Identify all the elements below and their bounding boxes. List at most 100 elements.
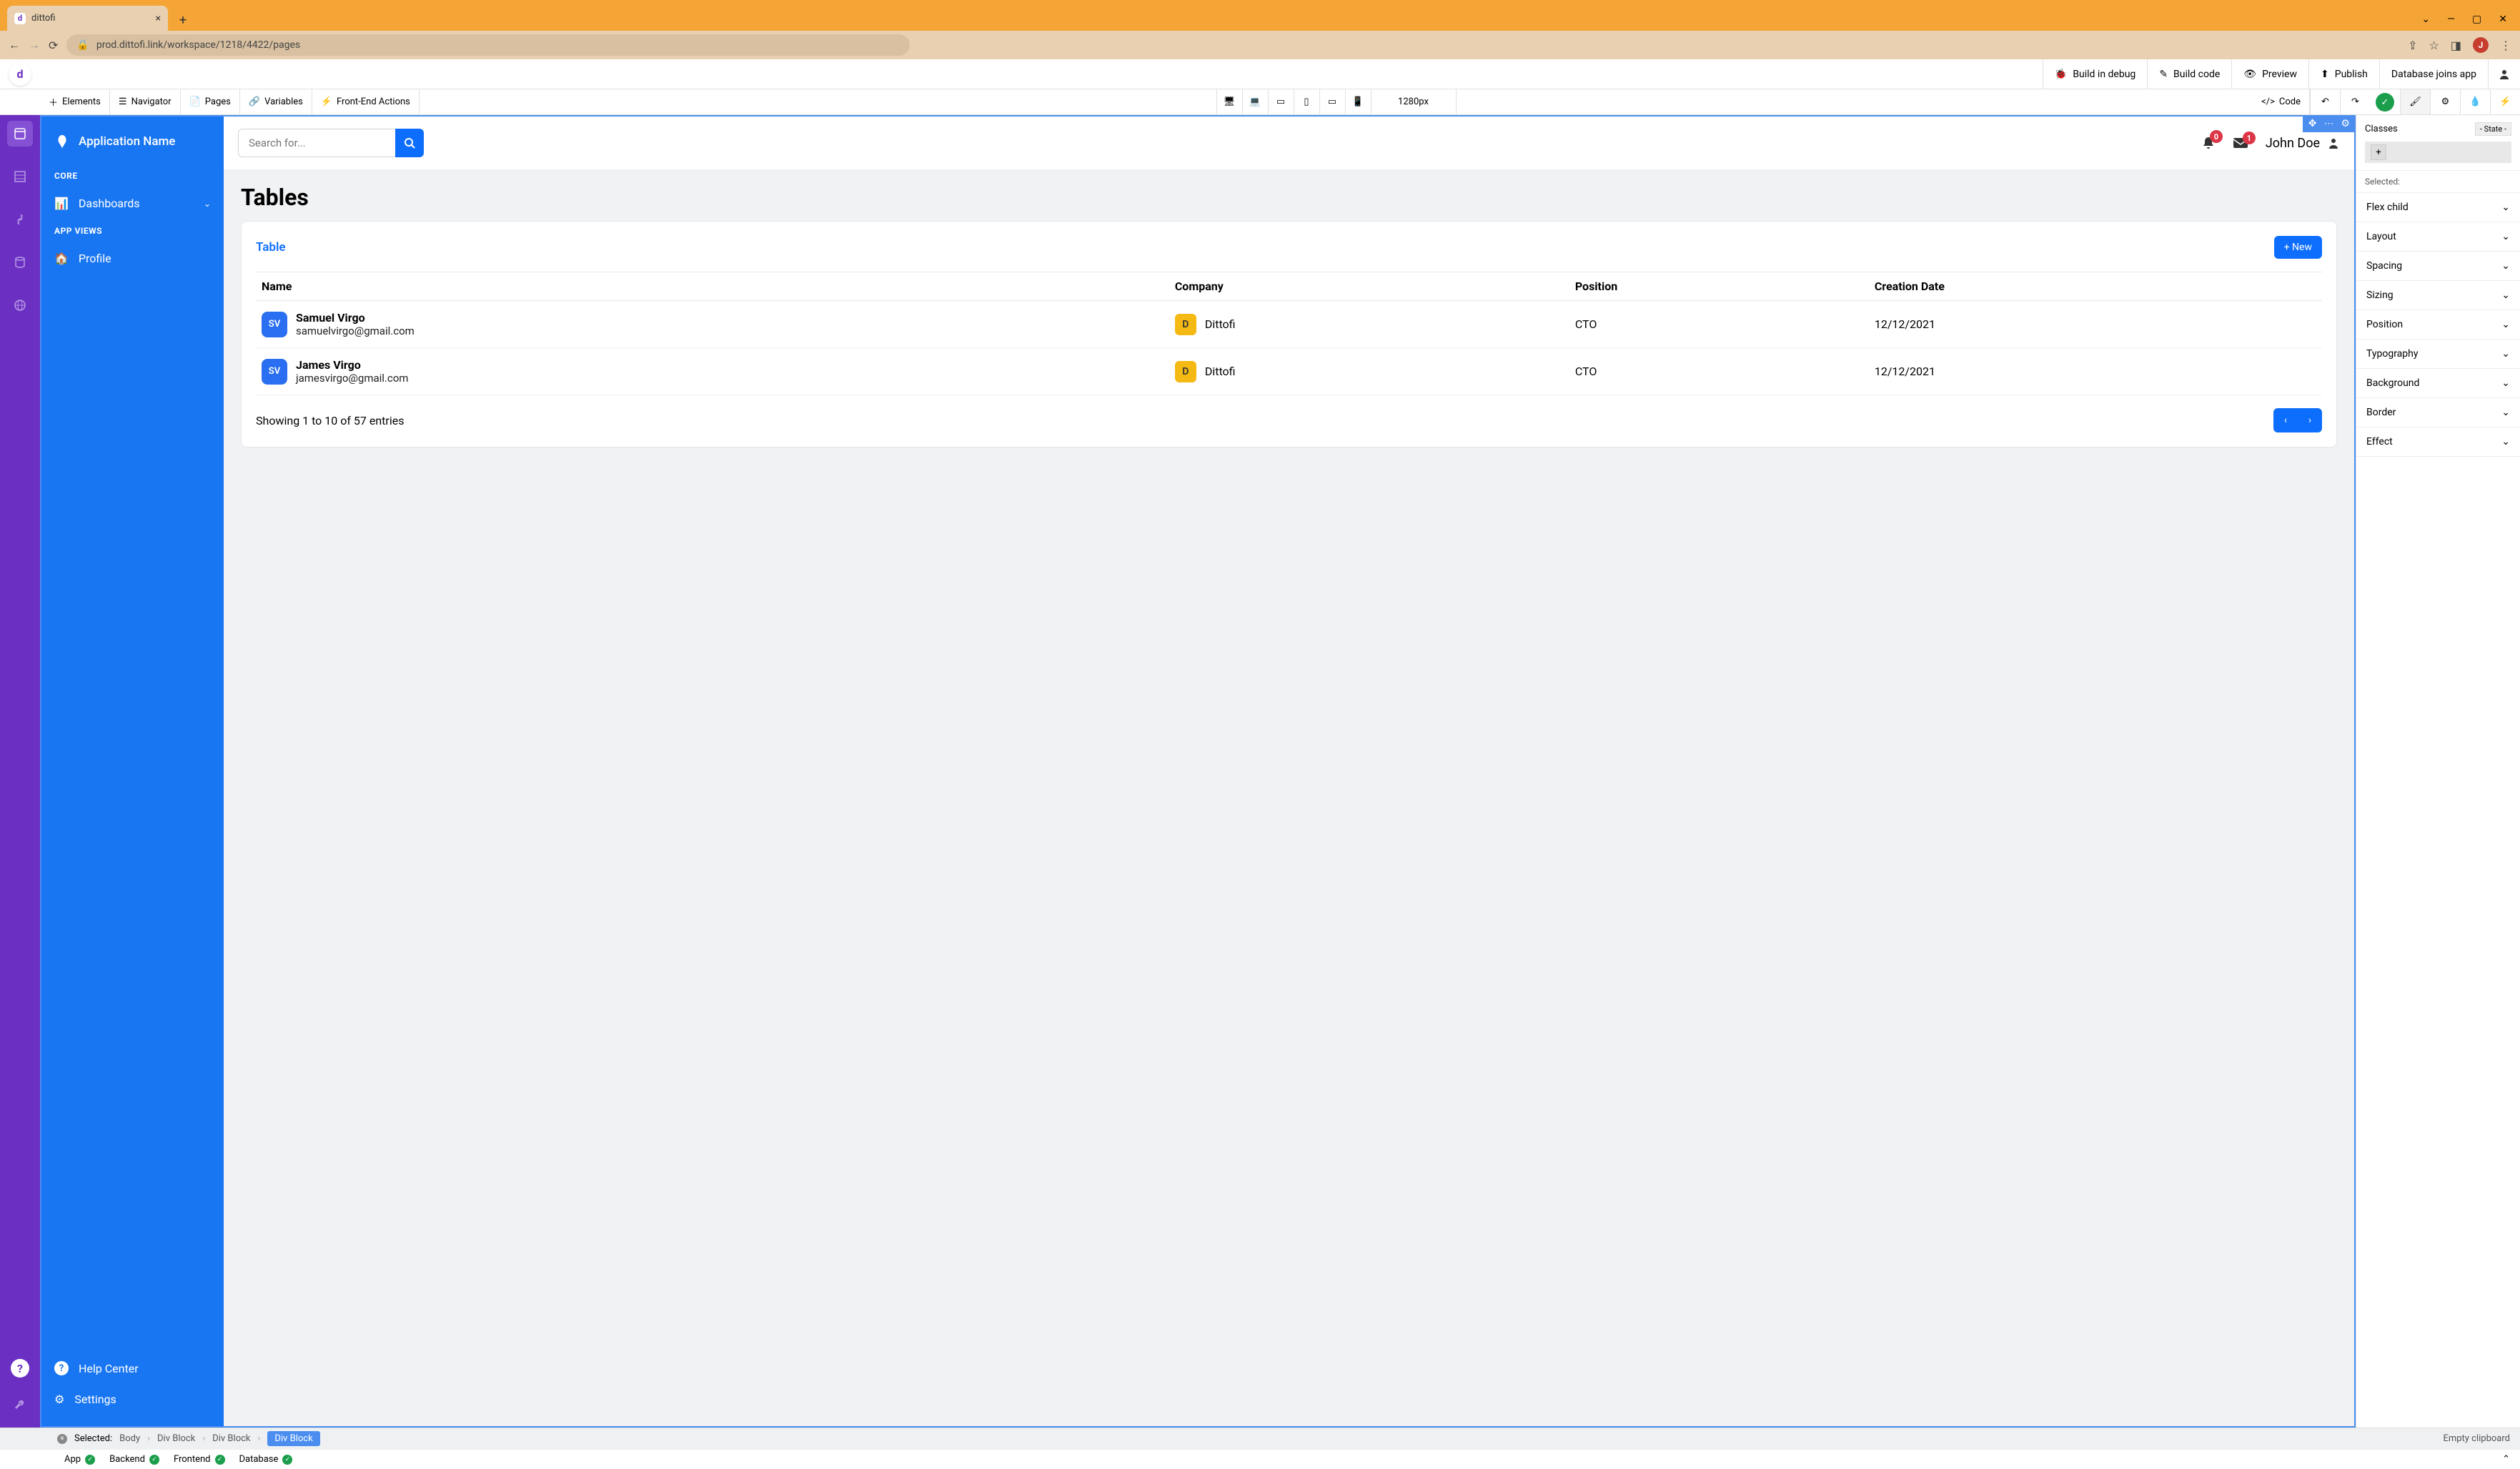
device-laptop-icon[interactable]: 💻 [1242, 89, 1268, 114]
publish-button[interactable]: ⬆ Publish [2308, 59, 2379, 89]
preview-button[interactable]: 👁 Preview [2231, 59, 2308, 89]
star-icon[interactable]: ☆ [2429, 39, 2439, 52]
close-icon[interactable]: × [57, 1434, 67, 1444]
chevron-down-icon: ⌄ [2501, 436, 2510, 447]
tab-title: dittofi [31, 13, 56, 24]
rail-globe-icon[interactable] [7, 292, 33, 318]
device-mobile-icon[interactable]: 📱 [1345, 89, 1371, 114]
menu-icon[interactable]: ⋮ [2500, 39, 2511, 52]
inspector-section[interactable]: Spacing⌄ [2356, 252, 2520, 281]
close-window-icon[interactable]: ✕ [2499, 14, 2507, 25]
style-tab[interactable]: 🖌 [2400, 89, 2430, 114]
variables-button[interactable]: 🔗Variables [240, 89, 312, 114]
minimize-icon[interactable]: — [2447, 14, 2455, 25]
chevron-down-icon: ⌄ [204, 199, 211, 209]
user-menu-button[interactable] [2488, 59, 2520, 89]
save-check-icon[interactable]: ✓ [2376, 93, 2394, 112]
browser-tab[interactable]: d dittofi × [7, 6, 168, 31]
build-code-button[interactable]: ✎ Build code [2147, 59, 2231, 89]
elements-button[interactable]: ＋Elements [40, 89, 110, 114]
breadcrumb-item[interactable]: Body [119, 1433, 140, 1444]
canvas-width[interactable]: 1280px [1371, 89, 1457, 114]
new-button[interactable]: + New [2274, 236, 2322, 259]
more-icon[interactable]: ⋯ [2323, 118, 2333, 129]
redo-button[interactable]: ↷ [2340, 89, 2370, 114]
user-menu[interactable]: John Doe [2266, 136, 2340, 151]
next-page-button[interactable]: › [2298, 408, 2322, 432]
state-dropdown[interactable]: - State - [2475, 122, 2511, 136]
search-input[interactable] [238, 129, 395, 157]
back-button[interactable]: ← [9, 38, 20, 52]
close-tab-icon[interactable]: × [156, 13, 161, 24]
chevron-down-icon: ⌄ [2501, 319, 2510, 330]
search-button[interactable] [395, 129, 424, 157]
table-row[interactable]: SVSamuel Virgosamuelvirgo@gmail.com DDit… [256, 301, 2322, 348]
new-tab-button[interactable]: + [172, 9, 194, 31]
chevron-down-icon[interactable]: ⌄ [2421, 14, 2430, 25]
gear-icon[interactable]: ⚙ [2341, 118, 2350, 129]
rail-tools-icon[interactable] [7, 1392, 33, 1418]
theme-tab[interactable]: 💧 [2460, 89, 2490, 114]
inspector-section[interactable]: Background⌄ [2356, 369, 2520, 398]
classes-label: Classes [2365, 124, 2398, 134]
inspector-section[interactable]: Typography⌄ [2356, 340, 2520, 369]
selected-label: Selected: [74, 1433, 112, 1444]
share-icon[interactable]: ⇪ [2408, 39, 2417, 52]
settings-tab[interactable]: ⚙ [2430, 89, 2460, 114]
inspector-section[interactable]: Position⌄ [2356, 310, 2520, 340]
notifications-bell[interactable]: 0 [2201, 136, 2216, 150]
rail-data-icon[interactable] [7, 249, 33, 275]
move-icon[interactable]: ✥ [2308, 118, 2317, 129]
actions-tab[interactable]: ⚡ [2490, 89, 2520, 114]
url-input[interactable]: 🔒 prod.dittofi.link/workspace/1218/4422/… [66, 34, 910, 56]
sidebar-item-dashboards[interactable]: 📊 Dashboards ⌄ [41, 188, 224, 219]
inspector-section[interactable]: Effect⌄ [2356, 427, 2520, 457]
column-header: Company [1169, 272, 1569, 301]
profile-avatar[interactable]: J [2473, 37, 2489, 53]
device-tablet-icon[interactable]: ▯ [1294, 89, 1319, 114]
add-class-button[interactable]: + [2365, 142, 2511, 163]
row-name: James Virgo [296, 358, 408, 372]
sidebar-item-help[interactable]: ? Help Center [41, 1352, 224, 1384]
inspector-section[interactable]: Border⌄ [2356, 398, 2520, 427]
app-name-dropdown[interactable]: Database joins app [2379, 59, 2488, 89]
device-tablet-landscape-icon[interactable]: ▭ [1268, 89, 1294, 114]
reload-button[interactable]: ⟳ [49, 39, 58, 52]
company-badge: D [1175, 361, 1196, 382]
device-mobile-landscape-icon[interactable]: ▭ [1319, 89, 1345, 114]
breadcrumb-item[interactable]: Div Block [267, 1431, 319, 1446]
search-icon [404, 137, 415, 149]
row-position: CTO [1569, 348, 1869, 395]
frontend-actions-button[interactable]: ⚡Front-End Actions [312, 89, 420, 114]
rail-help-icon[interactable]: ? [11, 1359, 29, 1378]
help-icon: ? [54, 1361, 69, 1375]
breadcrumb-item[interactable]: Div Block [212, 1433, 250, 1444]
pagination: ‹ › [2273, 408, 2322, 432]
sidebar-item-profile[interactable]: 🏠 Profile [41, 243, 224, 274]
maximize-icon[interactable]: ▢ [2472, 14, 2481, 25]
chevron-down-icon: ⌄ [2501, 407, 2510, 418]
inspector-section[interactable]: Flex child⌄ [2356, 193, 2520, 222]
inspector-section[interactable]: Sizing⌄ [2356, 281, 2520, 310]
device-desktop-icon[interactable]: 🖥 [1216, 89, 1242, 114]
build-debug-button[interactable]: 🐞 Build in debug [2043, 59, 2147, 89]
expand-up-icon[interactable]: ⌃ [2502, 1454, 2510, 1465]
rail-api-icon[interactable] [7, 207, 33, 232]
card-title: Table [256, 240, 286, 254]
forward-button[interactable]: → [29, 38, 40, 52]
table-row[interactable]: SVJames Virgojamesvirgo@gmail.com DDitto… [256, 348, 2322, 395]
code-toggle-button[interactable]: </>Code [2253, 89, 2310, 114]
pages-button[interactable]: 📄Pages [181, 89, 240, 114]
navigator-button[interactable]: ☰Navigator [110, 89, 181, 114]
notifications-mail[interactable]: 1 [2233, 137, 2248, 149]
rail-pages-icon[interactable] [7, 121, 33, 147]
rail-database-icon[interactable] [7, 164, 33, 189]
breadcrumb-item[interactable]: Div Block [157, 1433, 195, 1444]
inspector-section[interactable]: Layout⌄ [2356, 222, 2520, 252]
sidebar-item-settings[interactable]: ⚙ Settings [41, 1384, 224, 1415]
undo-button[interactable]: ↶ [2310, 89, 2340, 114]
dittofi-logo[interactable]: d [9, 63, 31, 86]
prev-page-button[interactable]: ‹ [2273, 408, 2298, 432]
panel-icon[interactable]: ◨ [2451, 39, 2461, 52]
row-date: 12/12/2021 [1869, 348, 2322, 395]
